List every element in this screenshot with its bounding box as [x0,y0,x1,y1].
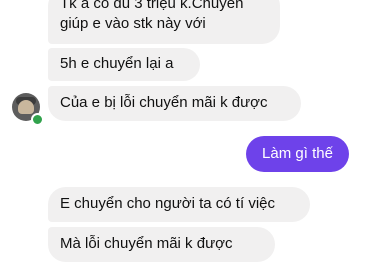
message-text-line: Tk a có đủ 3 triệu k.Chuyển [60,0,244,12]
message-text-line: giúp e vào stk này với [60,15,206,32]
message-text: 5h e chuyển lại a [60,55,174,72]
message-bubble-incoming[interactable]: E chuyển cho người ta có tí việc [48,187,310,222]
avatar-face-shape [18,100,34,114]
message-text: Mà lỗi chuyển mãi k được [60,235,233,252]
message-bubble-incoming[interactable]: Của e bị lỗi chuyển mãi k được [48,86,301,121]
message-text: Của e bị lỗi chuyển mãi k được [60,94,268,111]
online-status-dot [31,113,44,126]
message-text: E chuyển cho người ta có tí việc [60,195,275,212]
message-bubble-outgoing[interactable]: Làm gì thế [246,136,349,172]
message-text: Làm gì thế [262,145,333,162]
message-bubble-incoming[interactable]: 5h e chuyển lại a [48,48,200,81]
message-bubble-incoming[interactable]: Tk a có đủ 3 triệu k.Chuyển giúp e vào s… [48,0,280,44]
